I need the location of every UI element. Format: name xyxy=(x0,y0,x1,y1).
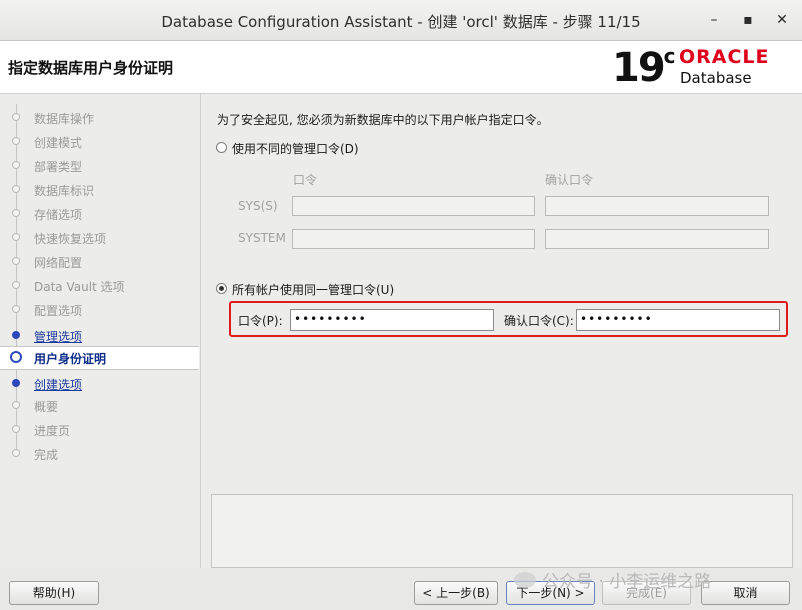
step-label: 用户身份证明 xyxy=(34,352,107,366)
steps-sidebar: 数据库操作 创建模式 部署类型 数据库标识 存储选项 快速恢复选项 网络配置 D… xyxy=(0,94,201,568)
message-area xyxy=(211,494,793,568)
step-dot-icon xyxy=(12,449,20,457)
step-management-options[interactable]: 管理选项 xyxy=(0,325,199,347)
step-label[interactable]: 创建选项 xyxy=(34,376,82,393)
password-input[interactable]: ••••••••• xyxy=(290,309,494,331)
step-progress: 进度页 xyxy=(0,419,199,441)
step-creation-mode: 创建模式 xyxy=(0,131,199,153)
step-dot-icon xyxy=(12,331,20,339)
oracle-product: Database xyxy=(680,69,752,87)
confirm-column-header: 确认口令 xyxy=(545,173,594,187)
step-dot-icon xyxy=(12,185,20,193)
step-dot-icon xyxy=(12,281,20,289)
step-label: 数据库操作 xyxy=(34,112,95,126)
page-header: 指定数据库用户身份证明 19c ORACLE Database xyxy=(0,41,802,94)
step-dot-icon xyxy=(12,425,20,433)
step-storage-option: 存储选项 xyxy=(0,203,199,225)
step-label: 概要 xyxy=(34,400,59,414)
oracle-19c-logo: 19c xyxy=(612,43,676,91)
system-confirm-field xyxy=(545,229,769,249)
cancel-button[interactable]: 取消 xyxy=(701,581,790,605)
window-title: Database Configuration Assistant - 创建 'o… xyxy=(161,13,641,31)
step-config-options: 配置选项 xyxy=(0,299,199,321)
step-database-operation: 数据库操作 xyxy=(0,107,199,129)
step-dot-icon xyxy=(12,113,20,121)
password-column-header: 口令 xyxy=(293,173,318,187)
step-dot-icon xyxy=(12,233,20,241)
confirm-password-input[interactable]: ••••••••• xyxy=(576,309,780,331)
step-label: 存储选项 xyxy=(34,208,83,222)
same-password-label[interactable]: 所有帐户使用同一管理口令(U) xyxy=(232,281,394,298)
step-user-credentials[interactable]: 用户身份证明 xyxy=(0,346,199,370)
step-finish: 完成 xyxy=(0,443,199,465)
system-label: SYSTEM xyxy=(238,231,286,245)
logo-version: 19 xyxy=(612,45,666,91)
step-creation-options[interactable]: 创建选项 xyxy=(0,373,199,395)
step-dot-icon xyxy=(12,137,20,145)
step-label: 创建模式 xyxy=(34,136,83,150)
logo-version-sup: c xyxy=(663,43,676,68)
different-passwords-radio[interactable] xyxy=(216,142,227,153)
main-panel: 为了安全起见, 您必须为新数据库中的以下用户帐户指定口令。 使用不同的管理口令(… xyxy=(201,94,802,568)
step-dot-icon xyxy=(12,305,20,313)
window-titlebar: Database Configuration Assistant - 创建 'o… xyxy=(0,0,802,41)
sys-confirm-field xyxy=(545,196,769,216)
step-label[interactable]: 管理选项 xyxy=(34,328,82,345)
password-label: 口令(P): xyxy=(238,314,283,328)
step-label: 配置选项 xyxy=(34,304,83,318)
step-summary: 概要 xyxy=(0,395,199,417)
step-label: 部署类型 xyxy=(34,160,83,174)
maximize-button[interactable]: ▪ xyxy=(738,10,758,30)
close-button[interactable]: ✕ xyxy=(772,10,792,30)
different-passwords-label[interactable]: 使用不同的管理口令(D) xyxy=(232,140,359,157)
oracle-brand: ORACLE xyxy=(679,46,770,68)
step-label: Data Vault 选项 xyxy=(34,280,125,294)
confirm-password-label: 确认口令(C): xyxy=(504,314,574,328)
step-deployment-type: 部署类型 xyxy=(0,155,199,177)
system-password-field xyxy=(292,229,535,249)
step-data-vault: Data Vault 选项 xyxy=(0,275,199,297)
step-current-icon xyxy=(10,351,22,363)
step-label: 进度页 xyxy=(34,424,71,438)
minimize-button[interactable]: – xyxy=(704,10,724,30)
sys-password-field xyxy=(292,196,535,216)
step-network-config: 网络配置 xyxy=(0,251,199,273)
step-label: 快速恢复选项 xyxy=(34,232,107,246)
help-button[interactable]: 帮助(H) xyxy=(9,581,99,605)
step-dot-icon xyxy=(12,209,20,217)
step-label: 数据库标识 xyxy=(34,184,95,198)
sys-label: SYS(S) xyxy=(238,199,278,213)
page-title: 指定数据库用户身份证明 xyxy=(8,59,174,77)
step-dot-icon xyxy=(12,379,20,387)
watermark-text: 公众号 · 小李运维之路 xyxy=(542,572,712,592)
same-password-radio[interactable] xyxy=(216,283,227,294)
intro-text: 为了安全起见, 您必须为新数据库中的以下用户帐户指定口令。 xyxy=(217,113,549,127)
step-label: 完成 xyxy=(34,448,59,462)
step-fast-recovery: 快速恢复选项 xyxy=(0,227,199,249)
step-dot-icon xyxy=(12,401,20,409)
back-button[interactable]: < 上一步(B) xyxy=(414,581,498,605)
wechat-icon xyxy=(514,572,536,588)
step-dot-icon xyxy=(12,257,20,265)
step-label: 网络配置 xyxy=(34,256,83,270)
step-dot-icon xyxy=(12,161,20,169)
step-database-id: 数据库标识 xyxy=(0,179,199,201)
